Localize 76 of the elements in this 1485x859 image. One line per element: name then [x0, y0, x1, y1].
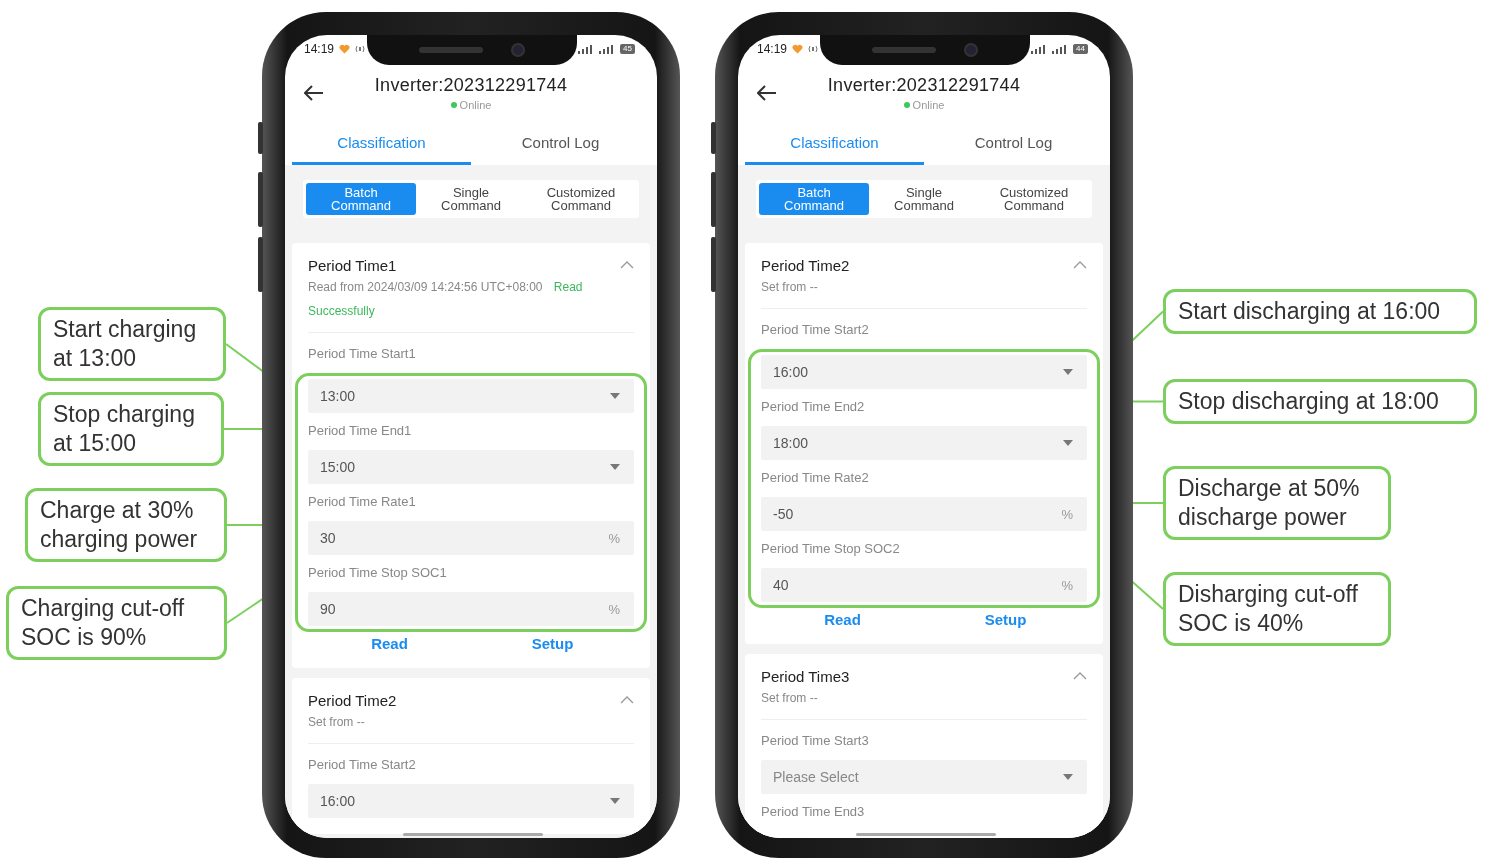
dropdown-caret-icon [1063, 440, 1073, 446]
device-title: Inverter:202312291744 [374, 75, 568, 96]
dropdown-caret-icon [1063, 369, 1073, 375]
device-title: Inverter:202312291744 [827, 75, 1021, 96]
number-field[interactable]: 40 % [761, 568, 1087, 602]
back-arrow-icon[interactable] [304, 85, 324, 101]
number-field[interactable]: -50 % [761, 497, 1087, 531]
field-label: Period Time End1 [308, 422, 413, 440]
command-tab[interactable]: Single Command [416, 183, 526, 215]
period-title: Period Time1 [308, 256, 397, 274]
field-label: Period Time Stop SOC2 [761, 540, 901, 558]
status-time: 14:19 [304, 42, 335, 56]
signal-icon [1052, 44, 1069, 54]
dropdown-caret-icon [610, 393, 620, 399]
field-label: Period Time End3 [761, 803, 866, 821]
time-dropdown[interactable]: 16:00 [308, 784, 634, 818]
callout-text: Disharging cut-off SOC is 40% [1163, 572, 1391, 646]
dropdown-caret-icon [1063, 774, 1073, 780]
callout-text: Discharge at 50% discharge power [1163, 466, 1391, 540]
command-tab[interactable]: Customized Command [526, 183, 636, 215]
field-label: Period Time Start2 [761, 321, 870, 339]
info-text: Set from -- [308, 710, 634, 744]
time-dropdown[interactable]: 16:00 [761, 355, 1087, 389]
field-label: Period Time Rate2 [761, 469, 870, 487]
callout-text: Start discharging at 16:00 [1163, 289, 1477, 334]
tab[interactable]: Control Log [924, 123, 1103, 165]
battery-indicator: 45 [620, 44, 635, 54]
callout-text: Stop discharging at 18:00 [1163, 379, 1477, 424]
field-label: Period Time Start1 [308, 345, 417, 363]
signal-icon [1031, 44, 1048, 54]
command-tab[interactable]: Customized Command [979, 183, 1089, 215]
signal-icon [578, 44, 595, 54]
dropdown-caret-icon [610, 464, 620, 470]
field-label: Period Time End2 [761, 398, 866, 416]
time-dropdown[interactable]: 13:00 [308, 379, 634, 413]
callout-text: Charging cut-off SOC is 90% [6, 586, 227, 660]
field-label: Period Time Rate1 [308, 493, 417, 511]
period-title: Period Time2 [761, 256, 850, 274]
heart-icon [339, 44, 351, 54]
nfc-icon [808, 44, 819, 54]
callout-text: Start charging at 13:00 [38, 307, 226, 381]
chevron-up-icon[interactable] [620, 696, 634, 704]
online-dot-icon [450, 102, 457, 108]
unit-label: % [608, 530, 620, 546]
info-text: Set from -- [761, 275, 1087, 309]
period-title: Period Time2 [308, 691, 397, 709]
field-label: Period Time Stop SOC1 [308, 564, 448, 582]
nfc-icon [355, 44, 366, 54]
online-status: Online [459, 99, 492, 111]
status-time: 14:19 [757, 42, 788, 56]
tab[interactable]: Control Log [471, 123, 650, 165]
back-arrow-icon[interactable] [757, 85, 777, 101]
heart-icon [792, 44, 804, 54]
info-text: Set from -- [761, 686, 1087, 720]
chevron-up-icon[interactable] [620, 261, 634, 269]
battery-indicator: 44 [1073, 44, 1088, 54]
signal-icon [599, 44, 616, 54]
period-title: Period Time3 [761, 667, 850, 685]
callout-text: Charge at 30% charging power [25, 488, 227, 562]
unit-label: % [1061, 577, 1073, 593]
chevron-up-icon[interactable] [1073, 261, 1087, 269]
command-tab[interactable]: Single Command [869, 183, 979, 215]
unit-label: % [1061, 506, 1073, 522]
number-field[interactable]: 90 % [308, 592, 634, 626]
number-field[interactable]: 30 % [308, 521, 634, 555]
field-label: Period Time Start2 [308, 756, 417, 774]
callout-text: Stop charging at 15:00 [38, 392, 224, 466]
time-dropdown[interactable]: 18:00 [761, 426, 1087, 460]
dropdown-caret-icon [610, 798, 620, 804]
time-dropdown[interactable]: 15:00 [308, 450, 634, 484]
info-text: Read from 2024/03/09 14:24:56 UTC+08:00 Read Successfully [308, 275, 634, 333]
online-dot-icon [903, 102, 910, 108]
field-label: Period Time Start3 [761, 732, 870, 750]
online-status: Online [912, 99, 945, 111]
unit-label: % [608, 601, 620, 617]
chevron-up-icon[interactable] [1073, 672, 1087, 680]
